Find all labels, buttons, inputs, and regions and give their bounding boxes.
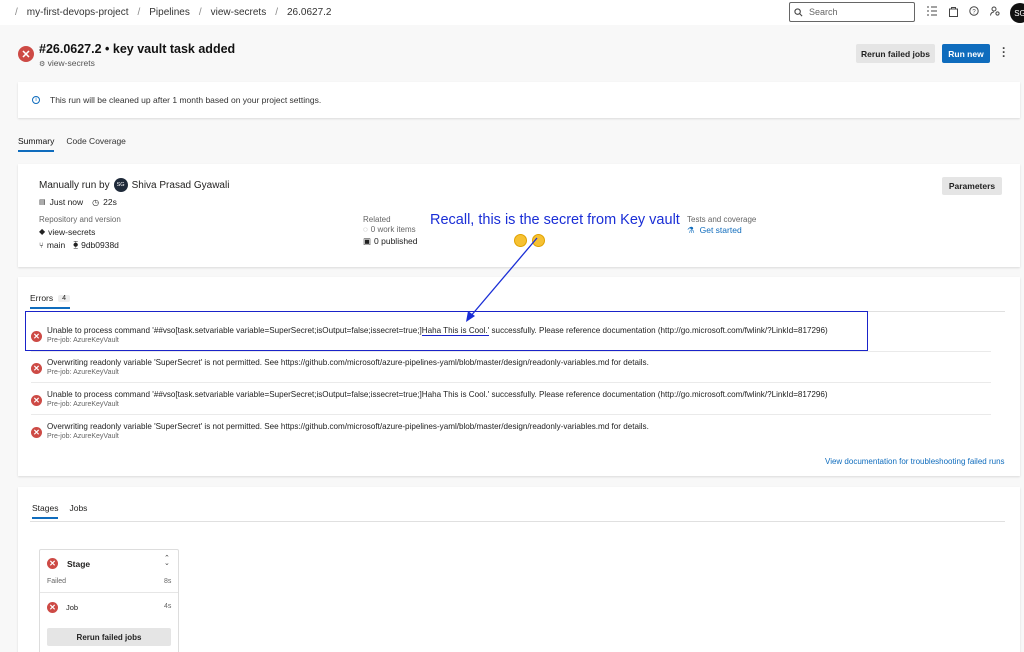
- manual-run-label: Manually run by: [39, 179, 110, 191]
- breadcrumb-pipeline[interactable]: view-secrets: [211, 7, 267, 18]
- run-duration: 22s: [103, 197, 117, 207]
- rerun-failed-jobs-button[interactable]: Rerun failed jobs: [856, 44, 935, 63]
- failed-status-icon: ✕: [18, 46, 34, 62]
- run-pipeline: ⚙ view-secrets: [39, 58, 235, 68]
- repo-icon: ◆: [39, 227, 46, 236]
- breadcrumb-separator: /: [275, 7, 278, 18]
- error-item[interactable]: ✕ Overwriting readonly variable 'SuperSe…: [31, 357, 649, 378]
- error-icon: ✕: [31, 427, 42, 438]
- run-new-button[interactable]: Run new: [942, 44, 990, 63]
- commit-icon: ⧳: [73, 240, 79, 249]
- search-input[interactable]: Search: [789, 2, 915, 22]
- divider: [31, 351, 991, 352]
- user-settings-icon[interactable]: [989, 4, 1001, 18]
- clock-icon: ◷: [92, 197, 100, 207]
- pipeline-icon: ⚙: [39, 61, 46, 68]
- breadcrumb-separator: /: [198, 7, 202, 18]
- retention-info-text: This run will be cleaned up after 1 mont…: [50, 95, 322, 105]
- stage-status: Failed: [47, 578, 67, 585]
- help-icon[interactable]: ?: [968, 4, 980, 18]
- branch-icon: ⑂: [39, 240, 44, 250]
- grinning-emoji-icon: [514, 234, 527, 247]
- error-item[interactable]: ✕ Overwriting readonly variable 'SuperSe…: [31, 421, 649, 442]
- stage-duration: 8s: [164, 578, 172, 585]
- pipeline-name[interactable]: view-secrets: [48, 58, 95, 68]
- artifact-icon: ▣: [363, 236, 372, 246]
- tests-coverage-label: Tests and coverage: [687, 215, 757, 224]
- breadcrumb-pipelines[interactable]: Pipelines: [149, 7, 190, 18]
- annotation-highlight-box: [25, 311, 868, 351]
- divider: [40, 592, 178, 593]
- error-message: Overwriting readonly variable 'SuperSecr…: [47, 422, 649, 431]
- get-started-link[interactable]: Get started: [700, 225, 742, 236]
- run-title: #26.0627.2 • key vault task added: [39, 42, 236, 56]
- tab-code-coverage[interactable]: Code Coverage: [66, 136, 126, 152]
- user-avatar[interactable]: SG: [1010, 3, 1024, 23]
- job-row[interactable]: ✕ Job: [47, 602, 78, 613]
- stage-card[interactable]: ✕ Stage ⌃ ⌄ Failed 8s ✕ Job 4s Rerun fail…: [39, 549, 179, 652]
- work-items-icon: ◌: [363, 225, 368, 234]
- errors-tab-label: Errors: [30, 293, 54, 303]
- run-time: Just now: [49, 197, 84, 207]
- run-by-user[interactable]: Shiva Prasad Gyawali: [132, 180, 230, 191]
- breadcrumb-run[interactable]: 26.0627.2: [287, 7, 332, 18]
- list-settings-icon[interactable]: [926, 4, 938, 18]
- annotation-text: Recall, this is the secret from Key vaul…: [430, 212, 680, 228]
- flask-icon: ⚗: [687, 225, 695, 235]
- job-duration: 4s: [164, 603, 172, 610]
- info-icon: i: [32, 96, 40, 104]
- tab-stages[interactable]: Stages: [32, 503, 59, 519]
- stage-name: Stage: [67, 558, 91, 569]
- stage-expand-icon[interactable]: ⌃ ⌄: [164, 555, 170, 567]
- tab-jobs[interactable]: Jobs: [69, 503, 87, 519]
- laughing-emoji-icon: [532, 234, 545, 247]
- breadcrumb: / my-first-devops-project / Pipelines / …: [0, 7, 332, 18]
- breadcrumb-project[interactable]: my-first-devops-project: [27, 7, 129, 18]
- tab-summary[interactable]: Summary: [18, 136, 55, 152]
- error-source: Pre-job: AzureKeyVault: [47, 369, 119, 376]
- error-icon: ✕: [31, 363, 42, 374]
- calendar-icon: ▤: [39, 199, 46, 206]
- divider: [31, 414, 991, 415]
- stage-failed-icon: ✕: [47, 558, 58, 569]
- related-label: Related: [363, 215, 391, 224]
- summary-avatar: SG: [113, 178, 128, 192]
- published-count[interactable]: 0 published: [374, 236, 417, 247]
- error-item[interactable]: ✕ Unable to process command '##vso[task.…: [31, 389, 828, 410]
- work-items[interactable]: 0 work items: [371, 225, 416, 234]
- divider: [31, 382, 991, 383]
- breadcrumb-separator: /: [137, 7, 141, 18]
- stage-rerun-failed-jobs-button[interactable]: Rerun failed jobs: [47, 628, 171, 646]
- job-name: Job: [66, 603, 79, 612]
- commit-id[interactable]: 9db0938d: [81, 240, 119, 250]
- run-header: ✕ #26.0627.2 • key vault task added ⚙ vi…: [18, 42, 235, 68]
- top-bar: / my-first-devops-project / Pipelines / …: [0, 0, 1024, 25]
- search-placeholder: Search: [809, 7, 838, 17]
- repo-name[interactable]: view-secrets: [48, 227, 95, 237]
- error-icon: ✕: [31, 395, 42, 406]
- retention-info-banner: i This run will be cleaned up after 1 mo…: [18, 82, 1020, 118]
- errors-count-badge: 4: [58, 294, 71, 302]
- repo-version-label: Repository and version: [39, 215, 121, 224]
- run-tabs: Summary Code Coverage: [18, 136, 126, 152]
- top-icons: ?: [926, 4, 1001, 18]
- branch-name[interactable]: main: [47, 240, 65, 250]
- breadcrumb-separator: /: [15, 7, 18, 18]
- divider: [30, 521, 1005, 522]
- parameters-button[interactable]: Parameters: [942, 177, 1002, 195]
- search-icon: [794, 7, 803, 16]
- errors-tab[interactable]: Errors 4: [30, 293, 71, 309]
- troubleshooting-doc-link[interactable]: View documentation for troubleshooting f…: [825, 457, 1005, 466]
- error-message: Unable to process command '##vso[task.se…: [47, 390, 828, 399]
- error-message: Overwriting readonly variable 'SuperSecr…: [47, 358, 649, 367]
- marketplace-bag-icon[interactable]: [947, 4, 959, 18]
- error-source: Pre-job: AzureKeyVault: [47, 401, 119, 408]
- more-actions-icon[interactable]: · · ·: [1002, 42, 1006, 62]
- job-failed-icon: ✕: [47, 602, 58, 613]
- error-source: Pre-job: AzureKeyVault: [47, 433, 119, 440]
